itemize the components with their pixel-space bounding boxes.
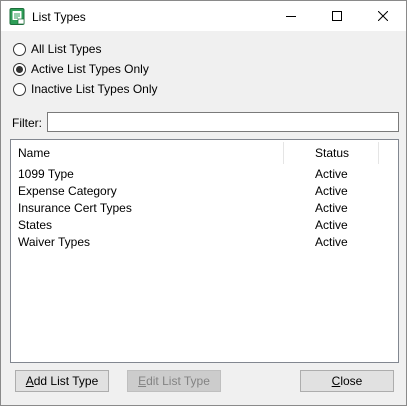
close-window-button[interactable]: [360, 1, 406, 31]
column-divider[interactable]: [378, 142, 379, 164]
edit-button-mnemonic: E: [138, 374, 147, 388]
edit-list-type-button[interactable]: Edit List Type: [127, 370, 221, 392]
radio-circle-inactive[interactable]: [13, 82, 26, 96]
list-types-table[interactable]: Name Status 1099 Type Active Expense Cat…: [10, 139, 399, 363]
title-bar[interactable]: List Types: [1, 1, 406, 31]
table-row[interactable]: Insurance Cert Types Active: [11, 200, 398, 217]
table-header: Name Status: [11, 140, 398, 166]
cell-status: Active: [315, 167, 348, 181]
app-icon: [9, 8, 26, 25]
cell-name: 1099 Type: [18, 167, 74, 181]
radio-active-list-types[interactable]: Active List Types Only: [13, 60, 149, 78]
cell-name: States: [18, 218, 53, 232]
cell-status: Active: [315, 201, 348, 215]
filter-label: Filter:: [12, 116, 42, 130]
cell-status: Active: [315, 218, 348, 232]
column-header-name[interactable]: Name: [18, 140, 50, 166]
close-button-mnemonic: C: [331, 374, 341, 388]
radio-label-all: All List Types: [31, 42, 102, 56]
add-list-type-button[interactable]: Add List Type: [15, 370, 109, 392]
cell-name: Insurance Cert Types: [18, 201, 132, 215]
edit-button-label: dit List Type: [146, 374, 210, 388]
table-row[interactable]: States Active: [11, 217, 398, 234]
radio-all-list-types[interactable]: All List Types: [13, 40, 101, 58]
cell-status: Active: [315, 184, 348, 198]
maximize-button[interactable]: [314, 1, 360, 31]
table-row[interactable]: Expense Category Active: [11, 183, 398, 200]
add-button-label: dd List Type: [33, 374, 99, 388]
radio-label-active: Active List Types Only: [31, 62, 149, 76]
column-header-status[interactable]: Status: [315, 140, 349, 166]
radio-circle-all[interactable]: [13, 42, 26, 56]
maximize-icon: [332, 11, 342, 21]
cell-name: Waiver Types: [18, 235, 91, 249]
minimize-icon: [286, 16, 296, 17]
cell-status: Active: [315, 235, 348, 249]
table-row[interactable]: Waiver Types Active: [11, 234, 398, 251]
radio-label-inactive: Inactive List Types Only: [31, 82, 158, 96]
add-button-mnemonic: A: [25, 374, 34, 388]
minimize-button[interactable]: [268, 1, 314, 31]
table-row[interactable]: 1099 Type Active: [11, 166, 398, 183]
radio-inactive-list-types[interactable]: Inactive List Types Only: [13, 80, 158, 98]
close-button[interactable]: Close: [300, 370, 394, 392]
list-types-window: List Types All List Types Active List Ty…: [0, 0, 407, 406]
window-title: List Types: [32, 10, 86, 24]
close-button-label: lose: [340, 374, 363, 388]
cell-name: Expense Category: [18, 184, 117, 198]
radio-circle-active[interactable]: [13, 62, 26, 76]
filter-input[interactable]: [47, 112, 399, 132]
close-icon: [378, 11, 388, 21]
column-divider[interactable]: [283, 142, 284, 164]
